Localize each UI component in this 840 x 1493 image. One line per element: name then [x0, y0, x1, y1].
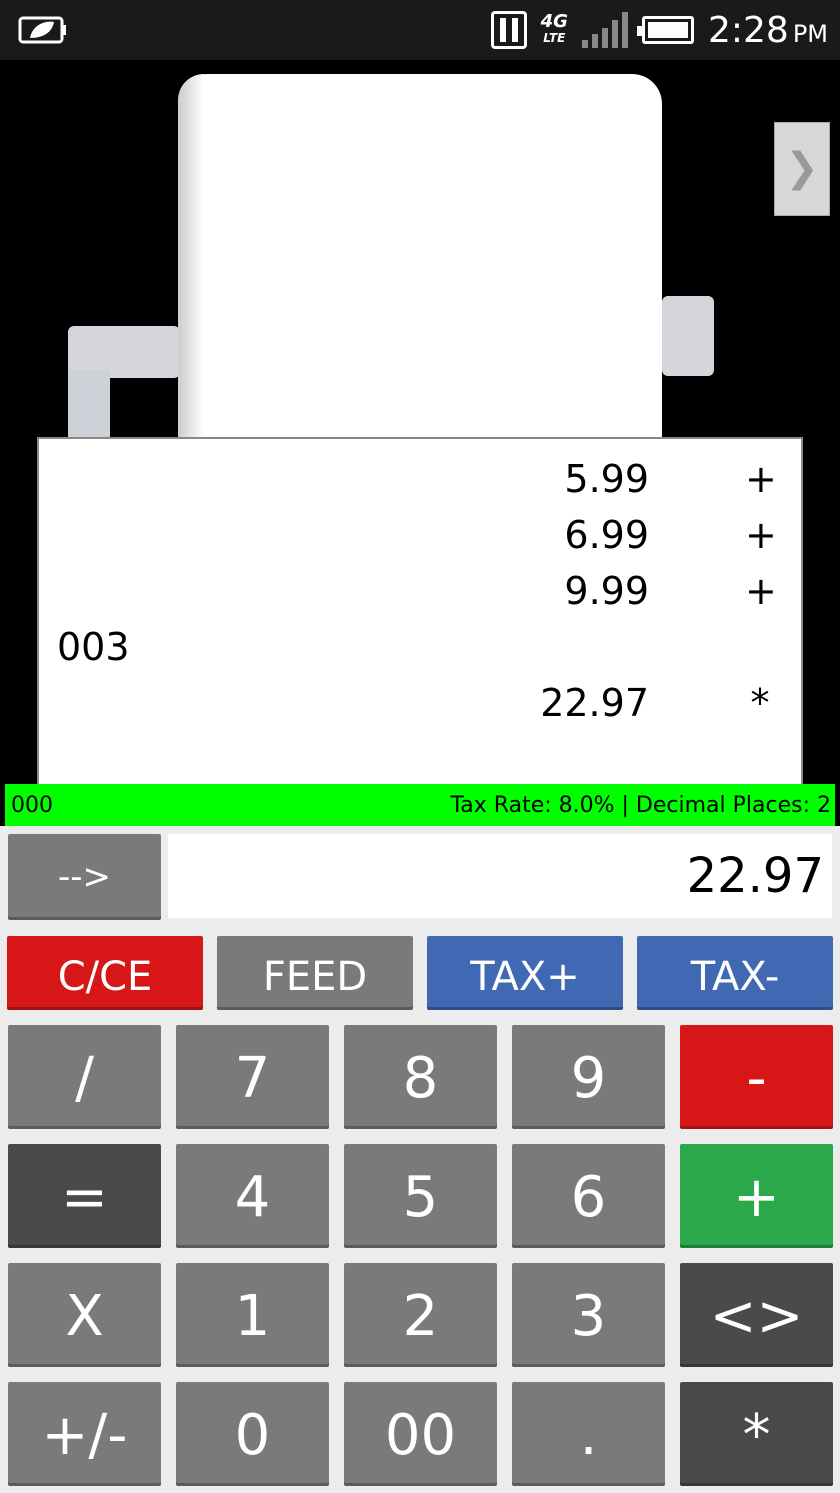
tape-value: 5.99 — [564, 457, 649, 501]
calculator-display: 22.97 — [168, 834, 832, 918]
divide-key[interactable]: / — [8, 1025, 161, 1129]
tape-item-count: 003 — [57, 625, 130, 669]
tape-value: 9.99 — [564, 569, 649, 613]
tape-row: 003 — [39, 625, 801, 681]
paper-roll-shade — [178, 74, 204, 440]
clock: 2:28 PM — [707, 9, 828, 51]
battery-saver-icon — [18, 16, 66, 44]
total-key[interactable]: * — [680, 1382, 833, 1486]
key-6[interactable]: 6 — [512, 1144, 665, 1248]
tape-operator: + — [745, 457, 777, 501]
roll-axle-left-stem — [68, 370, 110, 440]
nfc-icon — [490, 11, 527, 49]
roll-axle-right — [662, 296, 714, 376]
tape-value: 22.97 — [540, 681, 649, 725]
tape-row: 22.97 * — [39, 681, 801, 737]
signal-icon — [581, 12, 628, 48]
lte-icon: 4G LTE — [540, 11, 568, 46]
paper-roll-area: ❯ — [0, 60, 840, 440]
key-3[interactable]: 3 — [512, 1263, 665, 1367]
side-panel-button[interactable]: ❯ — [774, 122, 830, 216]
tape-row: 9.99 + — [39, 569, 801, 625]
multiply-key[interactable]: X — [8, 1263, 161, 1367]
plus-key[interactable]: + — [680, 1144, 833, 1248]
info-bar: 000 Tax Rate: 8.0% | Decimal Places: 2 — [5, 784, 835, 826]
tax-minus-button[interactable]: TAX- — [637, 936, 833, 1010]
tape-operator: + — [745, 513, 777, 557]
battery-icon — [636, 16, 694, 44]
tape-operator: + — [745, 569, 777, 613]
tape-row: 5.99 + — [39, 457, 801, 513]
settings-summary: Tax Rate: 8.0% | Decimal Places: 2 — [450, 793, 832, 818]
key-8[interactable]: 8 — [344, 1025, 497, 1129]
tax-plus-button[interactable]: TAX+ — [427, 936, 623, 1010]
paper-tape: 5.99 + 6.99 + 9.99 + 003 22.97 * — [37, 437, 803, 784]
decimal-key[interactable]: . — [512, 1382, 665, 1486]
key-5[interactable]: 5 — [344, 1144, 497, 1248]
backspace-arrow-button[interactable]: --> — [8, 834, 161, 920]
key-7[interactable]: 7 — [176, 1025, 329, 1129]
sign-toggle-key[interactable]: +/- — [8, 1382, 161, 1486]
minus-key[interactable]: - — [680, 1025, 833, 1129]
tape-row: 6.99 + — [39, 513, 801, 569]
key-0[interactable]: 0 — [176, 1382, 329, 1486]
equals-key[interactable]: = — [8, 1144, 161, 1248]
status-bar: 4G LTE 2:28 PM — [0, 0, 840, 60]
item-counter: 000 — [11, 793, 53, 818]
swap-key[interactable]: <> — [680, 1263, 833, 1367]
key-4[interactable]: 4 — [176, 1144, 329, 1248]
tape-value: 6.99 — [564, 513, 649, 557]
paper-roll — [178, 74, 662, 440]
feed-button[interactable]: FEED — [217, 936, 413, 1010]
chevron-right-icon: ❯ — [785, 145, 819, 191]
clear-button[interactable]: C/CE — [7, 936, 203, 1010]
key-2[interactable]: 2 — [344, 1263, 497, 1367]
key-1[interactable]: 1 — [176, 1263, 329, 1367]
key-00[interactable]: 00 — [344, 1382, 497, 1486]
key-9[interactable]: 9 — [512, 1025, 665, 1129]
tape-operator: * — [750, 681, 770, 725]
